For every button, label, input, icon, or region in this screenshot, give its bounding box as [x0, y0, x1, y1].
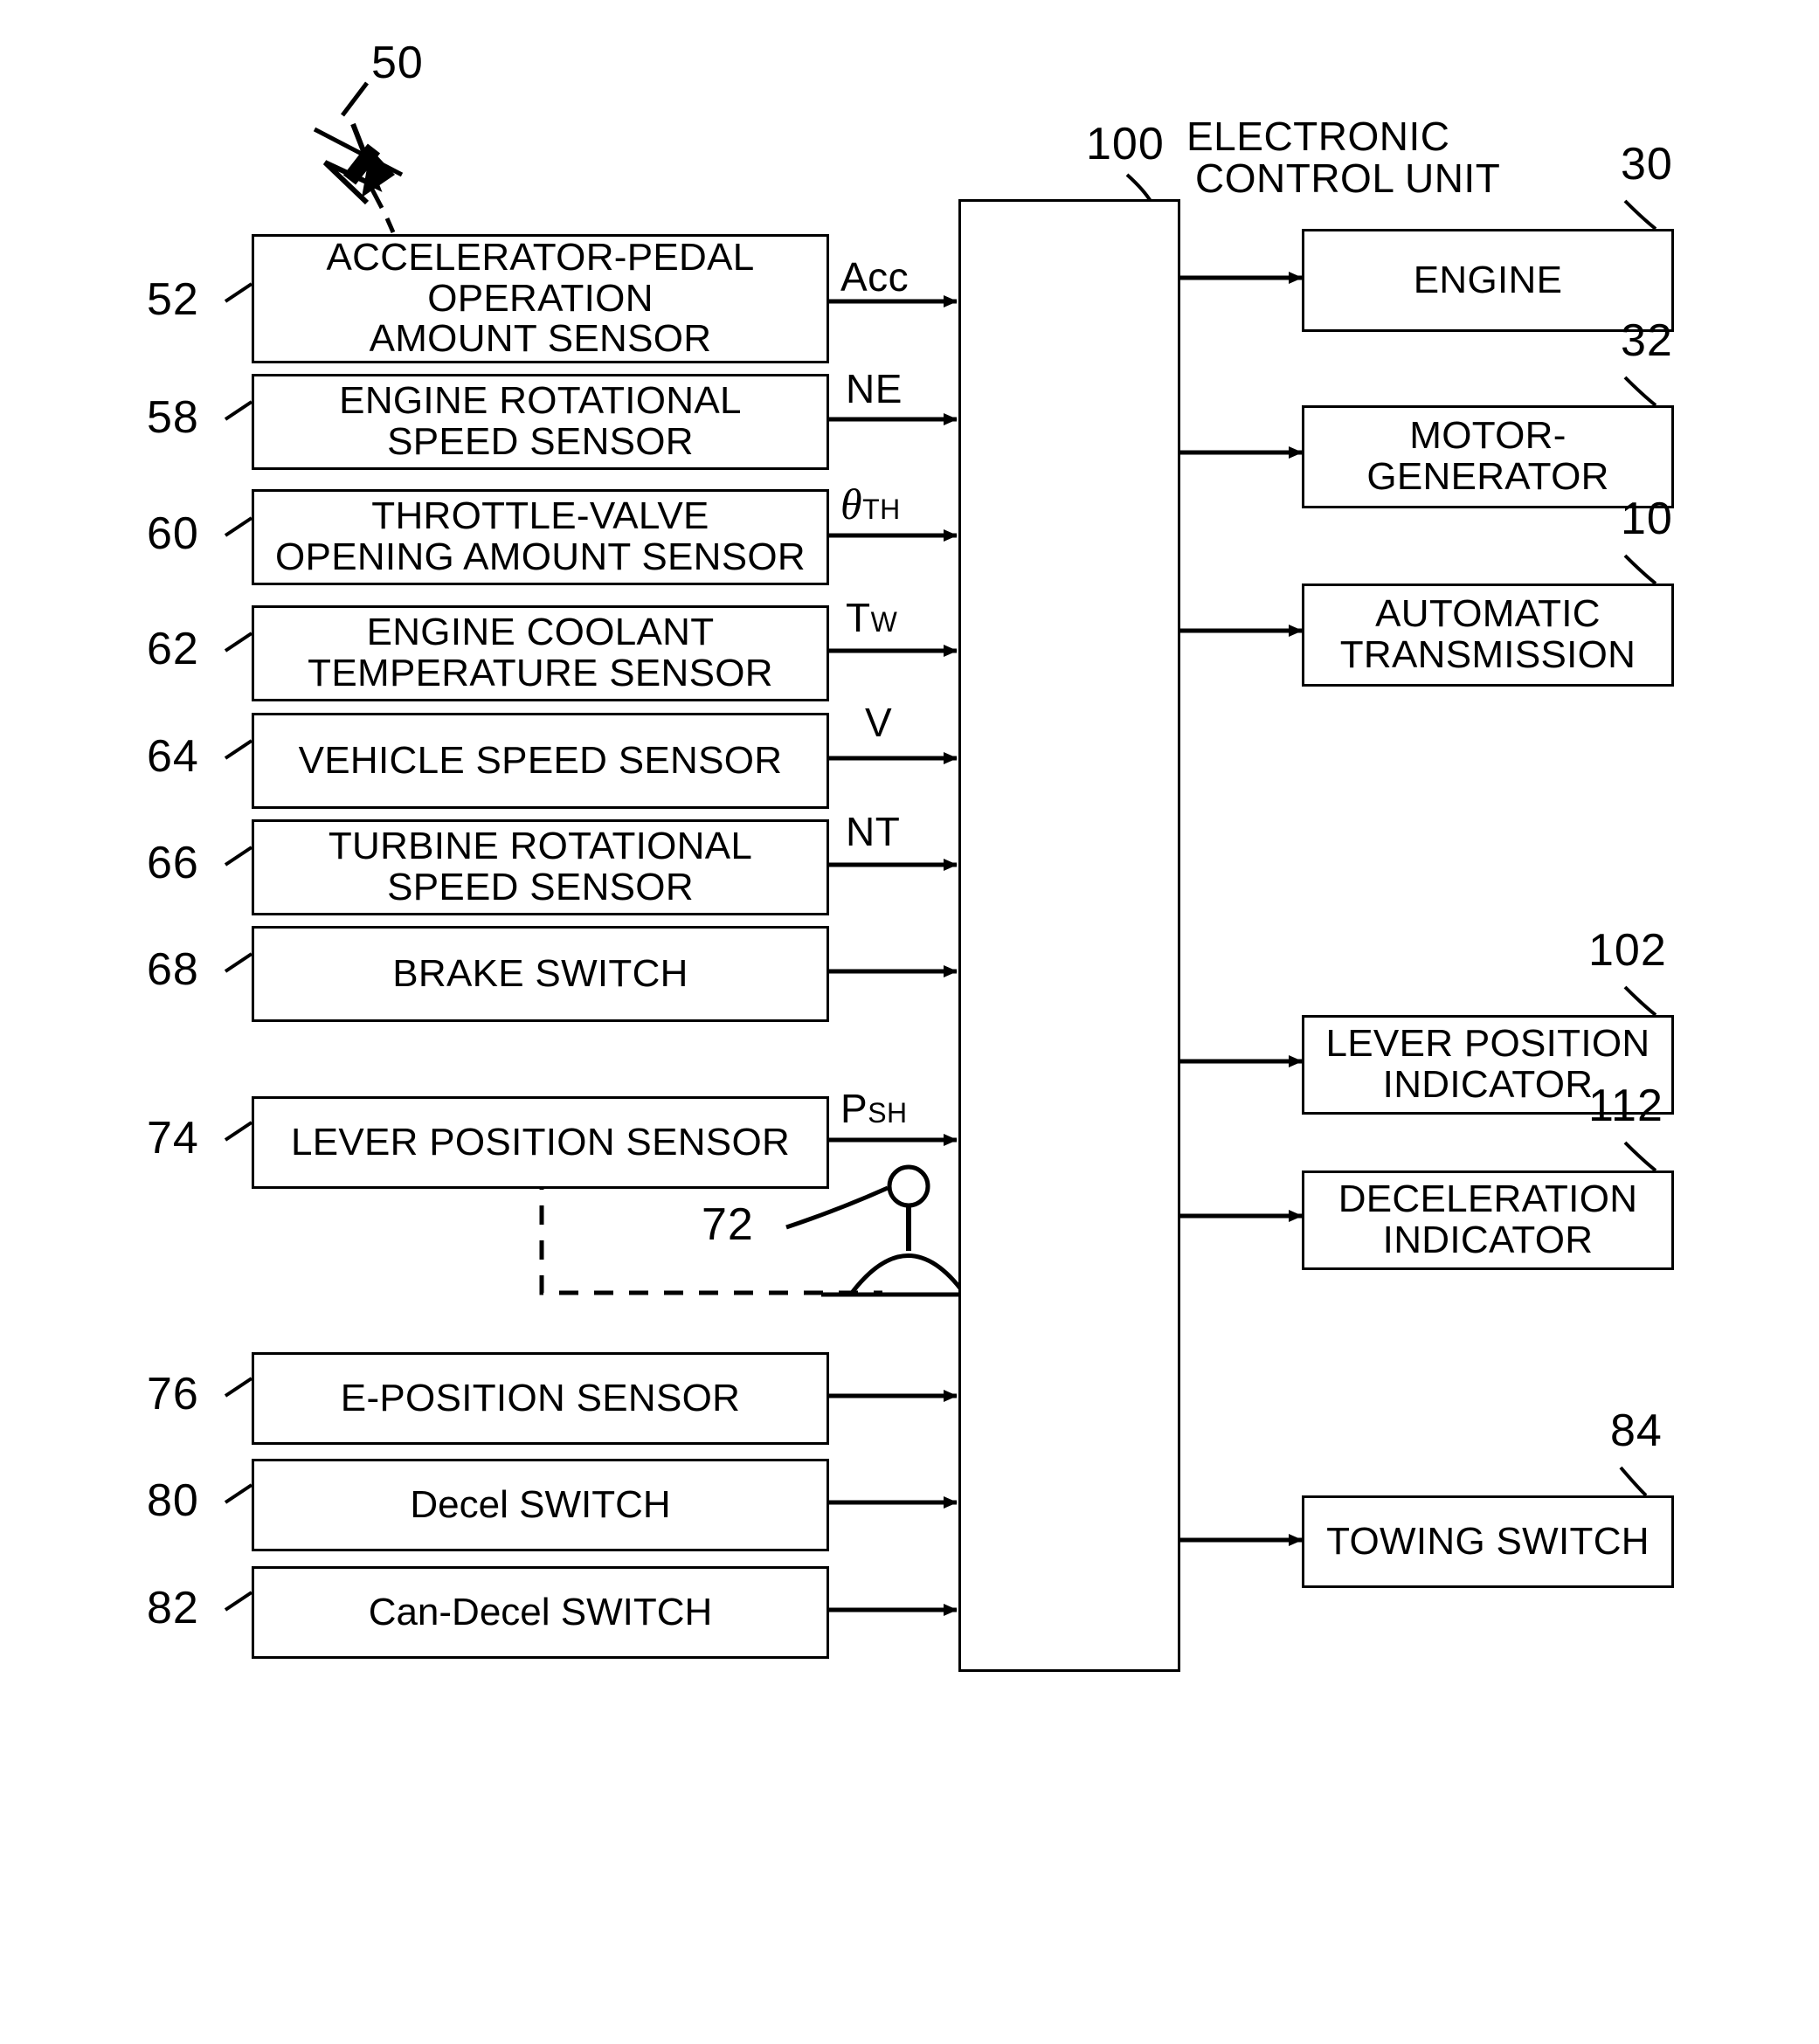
output-label-line: GENERATOR [1366, 455, 1609, 498]
sensor-label-line: VEHICLE SPEED SENSOR [298, 738, 783, 782]
sensor-label-line: ACCELERATOR-PEDAL [326, 236, 755, 280]
ref-10: 10 [1621, 494, 1673, 544]
ref-52: 52 [147, 274, 199, 325]
sensor-label-line: ENGINE ROTATIONAL [339, 379, 742, 423]
ref-74: 74 [147, 1113, 199, 1164]
ecu-title-line2: CONTROL UNIT [1195, 155, 1501, 201]
engine-coolant-temperature-sensor[interactable]: ENGINE COOLANT TEMPERATURE SENSOR [252, 605, 829, 701]
output-label-line: MOTOR- [1409, 414, 1567, 458]
sensor-label-line: Decel SWITCH [410, 1482, 671, 1526]
automatic-transmission-box[interactable]: AUTOMATIC TRANSMISSION [1302, 584, 1674, 687]
sensor-label-line: OPENING AMOUNT SENSOR [275, 535, 806, 578]
sensor-label-line: TURBINE ROTATIONAL [328, 825, 753, 868]
sensor-label-line: AMOUNT SENSOR [369, 317, 712, 361]
sensor-label-line: THROTTLE-VALVE [371, 494, 709, 538]
diagram-canvas: 100 ELECTRONIC CONTROL UNIT 50 52 ACCELE… [0, 0, 1819, 2044]
output-label-line: INDICATOR [1382, 1219, 1594, 1261]
ref-102: 102 [1588, 925, 1667, 976]
ref-58: 58 [147, 392, 199, 443]
decel-switch[interactable]: Decel SWITCH [252, 1459, 829, 1551]
can-decel-switch[interactable]: Can-Decel SWITCH [252, 1566, 829, 1659]
output-label-line: TRANSMISSION [1339, 633, 1636, 676]
ref-82: 82 [147, 1583, 199, 1633]
electronic-control-unit-box[interactable] [958, 199, 1180, 1672]
signal-ne: NE [846, 366, 903, 411]
ecu-title-line1: ELECTRONIC [1186, 114, 1450, 159]
output-label-line: TOWING SWITCH [1326, 1519, 1650, 1563]
ref-84: 84 [1610, 1405, 1663, 1456]
sensor-label-line: TEMPERATURE SENSOR [308, 652, 773, 694]
signal-tw: TW [846, 595, 898, 640]
signal-acc: Acc [840, 254, 910, 300]
sensor-label-line: ENGINE COOLANT [366, 611, 715, 654]
ref-30: 30 [1621, 139, 1673, 190]
ref-68: 68 [147, 944, 199, 995]
shift-lever-ref: 72 [702, 1199, 754, 1250]
brake-switch[interactable]: BRAKE SWITCH [252, 926, 829, 1022]
ref-76: 76 [147, 1369, 199, 1419]
antenna-ref-number: 50 [371, 38, 424, 88]
accelerator-pedal-operation-amount-sensor[interactable]: ACCELERATOR-PEDAL OPERATION AMOUNT SENSO… [252, 234, 829, 363]
output-label-line: DECELERATION [1338, 1177, 1638, 1221]
ref-112: 112 [1588, 1081, 1663, 1131]
engine-rotational-speed-sensor[interactable]: ENGINE ROTATIONAL SPEED SENSOR [252, 374, 829, 470]
sensor-label-line: E-POSITION SENSOR [340, 1376, 741, 1419]
ref-62: 62 [147, 624, 199, 674]
signal-theta-th: θTH [840, 480, 901, 528]
ref-66: 66 [147, 838, 199, 888]
lever-position-sensor[interactable]: LEVER POSITION SENSOR [252, 1096, 829, 1189]
ecu-ref-number: 100 [1086, 119, 1165, 169]
ref-64: 64 [147, 731, 199, 782]
signal-psh: PSH [840, 1086, 908, 1131]
ref-80: 80 [147, 1475, 199, 1526]
sensor-label-line: Can-Decel SWITCH [368, 1590, 713, 1633]
signal-v: V [865, 700, 893, 745]
ref-60: 60 [147, 508, 199, 559]
towing-switch-box[interactable]: TOWING SWITCH [1302, 1495, 1674, 1588]
sensor-label-line: SPEED SENSOR [387, 866, 694, 908]
signal-nt: NT [846, 809, 901, 854]
throttle-valve-opening-amount-sensor[interactable]: THROTTLE-VALVE OPENING AMOUNT SENSOR [252, 489, 829, 585]
output-label-line: LEVER POSITION [1325, 1022, 1650, 1066]
sensor-label-line: BRAKE SWITCH [392, 951, 688, 995]
vehicle-speed-sensor[interactable]: VEHICLE SPEED SENSOR [252, 713, 829, 809]
output-label-line: ENGINE [1413, 258, 1563, 301]
ref-32: 32 [1621, 315, 1673, 366]
sensor-label-line: OPERATION [427, 276, 654, 320]
turbine-rotational-speed-sensor[interactable]: TURBINE ROTATIONAL SPEED SENSOR [252, 819, 829, 915]
motor-generator-box[interactable]: MOTOR- GENERATOR [1302, 405, 1674, 508]
sensor-label-line: SPEED SENSOR [387, 420, 694, 463]
output-label-line: AUTOMATIC [1375, 592, 1601, 636]
engine-box[interactable]: ENGINE [1302, 229, 1674, 332]
deceleration-indicator-box[interactable]: DECELERATION INDICATOR [1302, 1170, 1674, 1270]
e-position-sensor[interactable]: E-POSITION SENSOR [252, 1352, 829, 1445]
sensor-label-line: LEVER POSITION SENSOR [290, 1120, 791, 1164]
